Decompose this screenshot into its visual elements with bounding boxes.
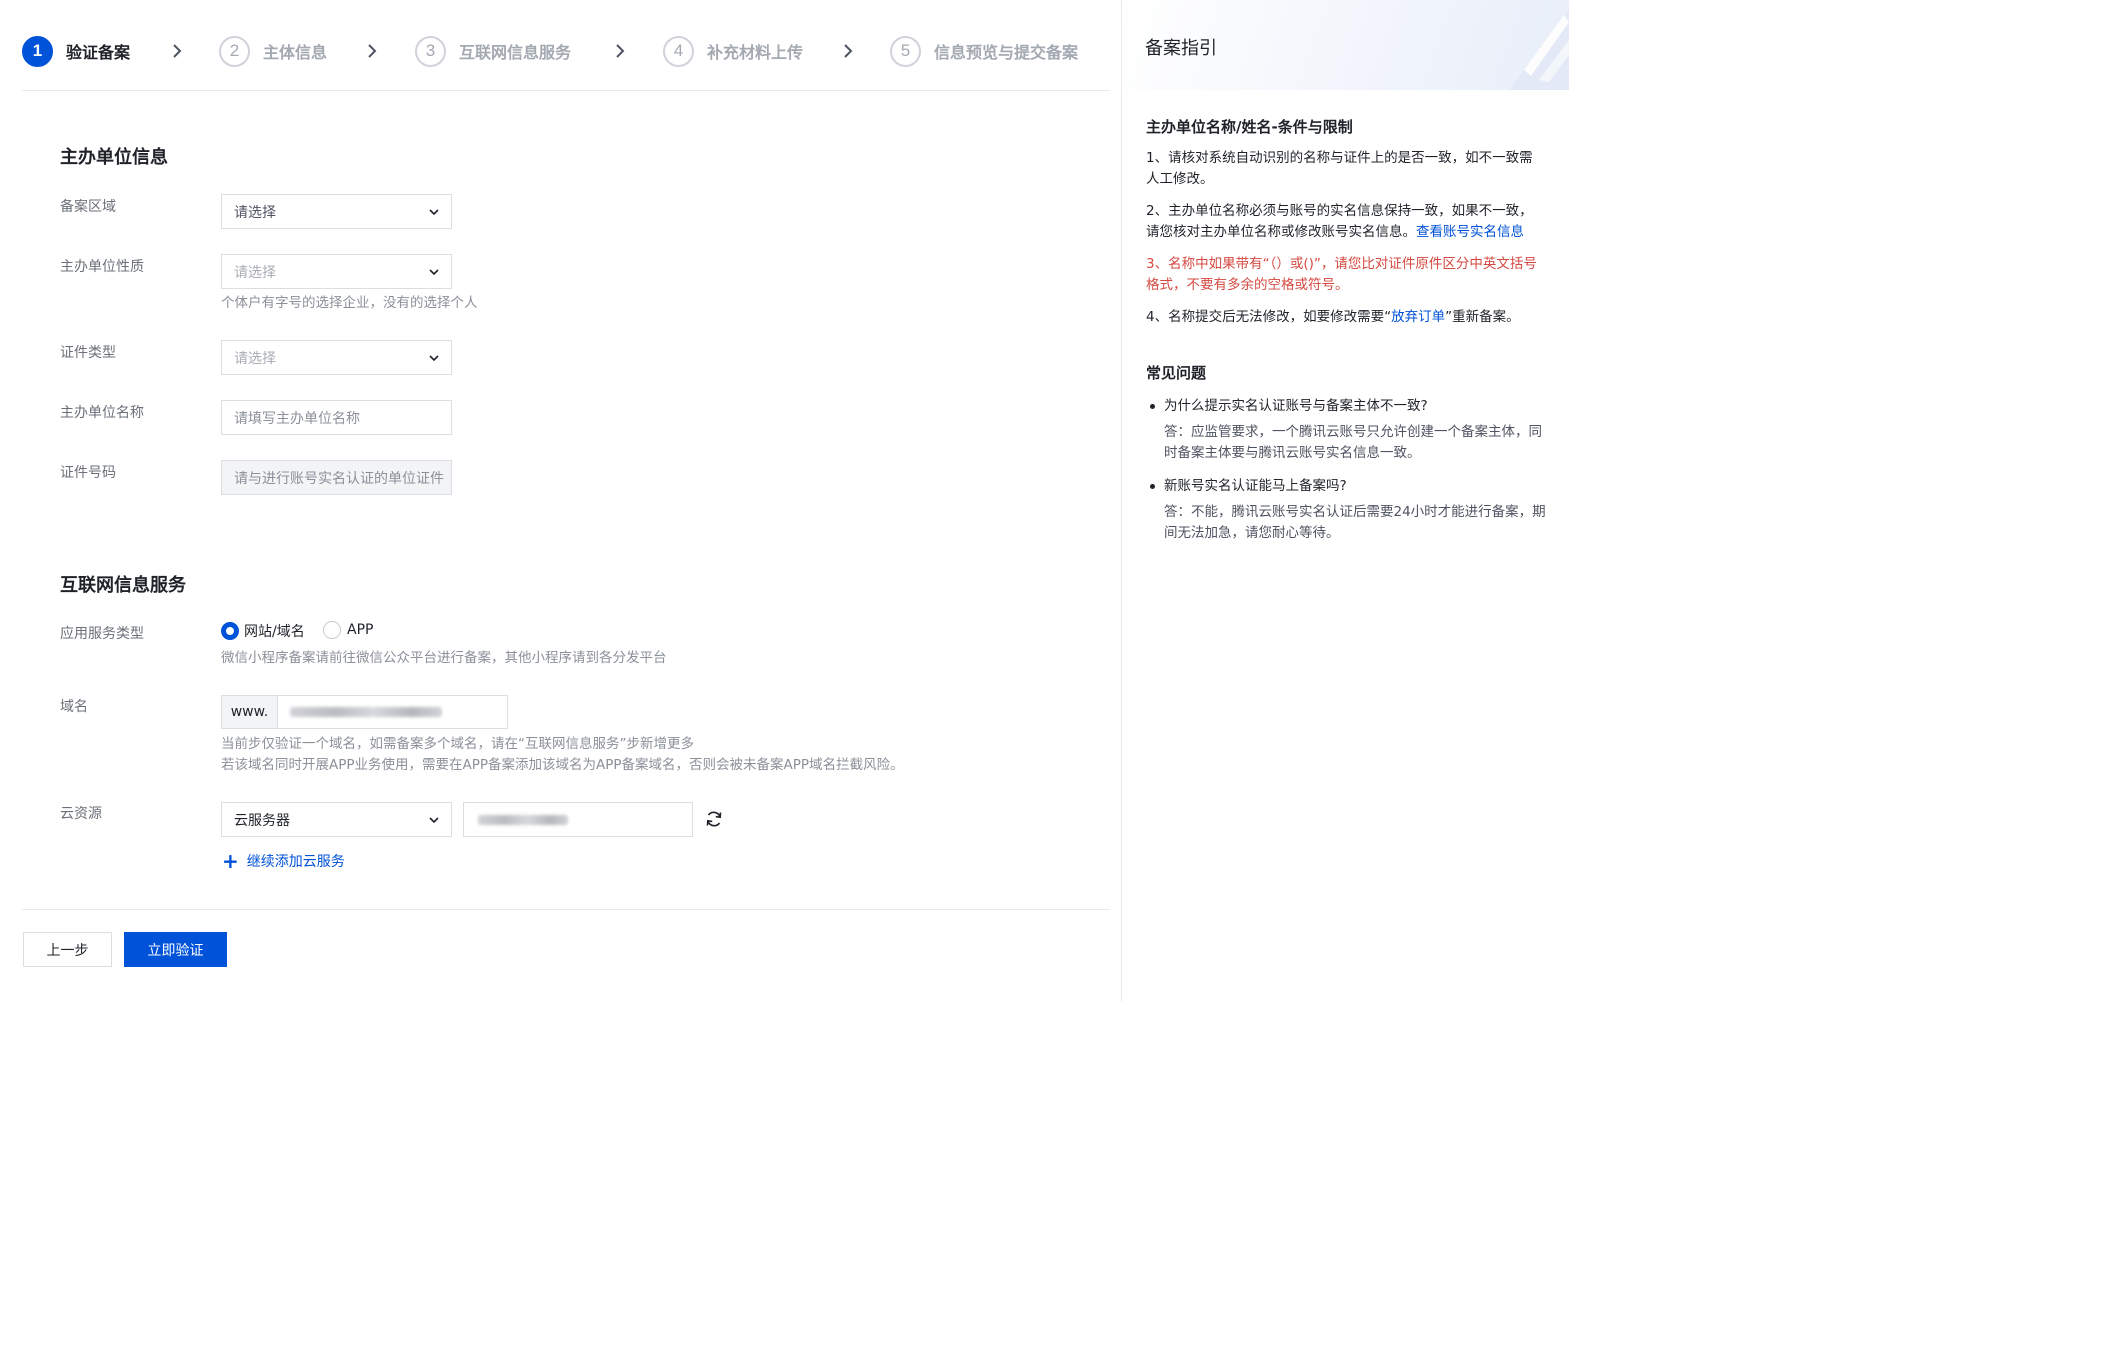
label-cloud-resource: 云资源 bbox=[60, 806, 102, 822]
label-cert-number: 证件号码 bbox=[60, 465, 116, 481]
step-number: 2 bbox=[219, 35, 250, 67]
label-nature: 主办单位性质 bbox=[60, 259, 144, 275]
domain-input-group: www. bbox=[221, 695, 508, 729]
step-number: 3 bbox=[415, 35, 446, 67]
bullet-icon bbox=[1150, 484, 1155, 489]
add-cloud-service-link[interactable]: + 继续添加云服务 bbox=[222, 851, 345, 871]
label-service-type: 应用服务类型 bbox=[60, 626, 144, 642]
plus-icon: + bbox=[222, 849, 239, 873]
label-sponsor-name: 主办单位名称 bbox=[60, 405, 144, 421]
domain-hint-2: 若该域名同时开展APP业务使用，需要在APP备案添加该域名为APP备案域名，否则… bbox=[221, 757, 904, 773]
prev-button[interactable]: 上一步 bbox=[23, 932, 112, 967]
faq-answer-2: 答：不能，腾讯云账号实名认证后需要24小时才能进行备案，期间无法加急，请您耐心等… bbox=[1164, 504, 1546, 541]
step-subject[interactable]: 2 主体信息 bbox=[219, 35, 327, 67]
step-number: 1 bbox=[22, 35, 53, 67]
faq-question-2: 新账号实名认证能马上备案吗? bbox=[1164, 478, 1347, 494]
domain-input[interactable] bbox=[278, 696, 507, 728]
chevron-right-icon bbox=[616, 44, 625, 58]
chevron-down-icon bbox=[429, 209, 439, 216]
section-title-sponsor: 主办单位信息 bbox=[60, 147, 168, 168]
chevron-right-icon bbox=[844, 44, 853, 58]
step-upload[interactable]: 4 补充材料上传 bbox=[663, 35, 803, 67]
nature-hint: 个体户有字号的选择企业，没有的选择个人 bbox=[221, 295, 478, 311]
faq-question-1: 为什么提示实名认证账号与备案主体不一致? bbox=[1164, 398, 1428, 414]
guide-rule-4-prefix: 4、名称提交后无法修改，如要修改需要“ bbox=[1146, 309, 1392, 325]
main-panel: 1 验证备案 2 主体信息 3 互联网信息服务 4 补充材料上传 5 信息预览与… bbox=[0, 0, 1121, 1002]
step-internet-service[interactable]: 3 互联网信息服务 bbox=[415, 35, 571, 67]
step-number: 4 bbox=[663, 35, 694, 67]
chevron-down-icon bbox=[429, 355, 439, 362]
verify-button[interactable]: 立即验证 bbox=[124, 932, 227, 967]
sponsor-name-input[interactable]: 请填写主办单位名称 bbox=[221, 400, 452, 435]
cloud-type-select[interactable]: 云服务器 bbox=[221, 802, 452, 837]
faq-title: 常见问题 bbox=[1146, 364, 1207, 382]
radio-unchecked-icon bbox=[323, 621, 341, 639]
step-label: 互联网信息服务 bbox=[459, 43, 572, 62]
guide-rule-3: 3、名称中如果带有“（）或()”，请您比对证件原件区分中英文括号格式，不要有多余… bbox=[1146, 256, 1537, 293]
guide-header: 备案指引 bbox=[1122, 0, 1569, 90]
label-region: 备案区域 bbox=[60, 199, 116, 215]
step-label: 验证备案 bbox=[66, 43, 131, 62]
region-select[interactable]: 请选择 bbox=[221, 194, 452, 229]
redacted-domain bbox=[290, 707, 442, 717]
footer-divider bbox=[22, 909, 1110, 910]
guide-rule-2: 2、主办单位名称必须与账号的实名信息保持一致，如果不一致，请您核对主办单位名称或… bbox=[1146, 201, 1546, 243]
cert-type-select[interactable]: 请选择 bbox=[221, 340, 452, 375]
select-value: 请选择 bbox=[234, 350, 276, 367]
radio-checked-icon bbox=[221, 622, 239, 640]
step-verify[interactable]: 1 验证备案 bbox=[22, 35, 130, 67]
radio-label: APP bbox=[347, 622, 374, 638]
faq-answer-1: 答：应监管要求，一个腾讯云账号只允许创建一个备案主体，同时备案主体要与腾讯云账号… bbox=[1164, 424, 1542, 461]
guide-rule-1: 1、请核对系统自动识别的名称与证件上的是否一致，如不一致需人工修改。 bbox=[1146, 150, 1533, 187]
step-number: 5 bbox=[890, 35, 921, 67]
select-value: 云服务器 bbox=[234, 812, 290, 829]
section-title-internet-service: 互联网信息服务 bbox=[60, 575, 186, 596]
guide-rule-4: 4、名称提交后无法修改，如要修改需要“放弃订单”重新备案。 bbox=[1146, 307, 1546, 328]
guide-panel: 备案指引 主办单位名称/姓名-条件与限制 1、请核对系统自动识别的名称与证件上的… bbox=[1121, 0, 1569, 1002]
decorative-banner-icon bbox=[1509, 10, 1569, 90]
chevron-down-icon bbox=[429, 269, 439, 276]
select-value: 请选择 bbox=[234, 204, 276, 221]
redacted-instance bbox=[478, 814, 568, 825]
step-preview-submit[interactable]: 5 信息预览与提交备案 bbox=[890, 35, 1078, 67]
radio-website-domain[interactable]: 网站/域名 bbox=[221, 621, 305, 641]
select-value: 请选择 bbox=[234, 264, 276, 281]
guide-rule-4-suffix: ”重新备案。 bbox=[1445, 309, 1520, 325]
refresh-icon[interactable] bbox=[704, 809, 724, 829]
step-label: 主体信息 bbox=[263, 43, 328, 62]
cert-number-input[interactable]: 请与进行账号实名认证的单位证件 bbox=[221, 460, 452, 495]
step-label: 信息预览与提交备案 bbox=[934, 43, 1079, 62]
step-label: 补充材料上传 bbox=[707, 43, 804, 62]
view-realname-link[interactable]: 查看账号实名信息 bbox=[1416, 224, 1524, 240]
add-cloud-label: 继续添加云服务 bbox=[246, 854, 345, 870]
domain-prefix: www. bbox=[222, 696, 278, 728]
chevron-right-icon bbox=[173, 44, 182, 58]
guide-section-title: 主办单位名称/姓名-条件与限制 bbox=[1146, 118, 1353, 136]
chevron-down-icon bbox=[429, 817, 439, 824]
chevron-right-icon bbox=[368, 44, 377, 58]
bullet-icon bbox=[1150, 404, 1155, 409]
label-domain: 域名 bbox=[60, 699, 88, 715]
radio-label: 网站/域名 bbox=[244, 624, 305, 640]
cloud-instance-select[interactable] bbox=[463, 802, 693, 837]
guide-title: 备案指引 bbox=[1145, 38, 1217, 59]
step-navigator: 1 验证备案 2 主体信息 3 互联网信息服务 4 补充材料上传 5 信息预览与… bbox=[22, 0, 1110, 91]
domain-hint-1: 当前步仅验证一个域名，如需备案多个域名，请在“互联网信息服务”步新增更多 bbox=[221, 736, 694, 752]
radio-app[interactable]: APP bbox=[323, 621, 373, 639]
abandon-order-link[interactable]: 放弃订单 bbox=[1391, 309, 1445, 325]
nature-select[interactable]: 请选择 bbox=[221, 254, 452, 289]
label-cert-type: 证件类型 bbox=[60, 345, 116, 361]
service-type-hint: 微信小程序备案请前往微信公众平台进行备案，其他小程序请到各分发平台 bbox=[221, 650, 667, 666]
